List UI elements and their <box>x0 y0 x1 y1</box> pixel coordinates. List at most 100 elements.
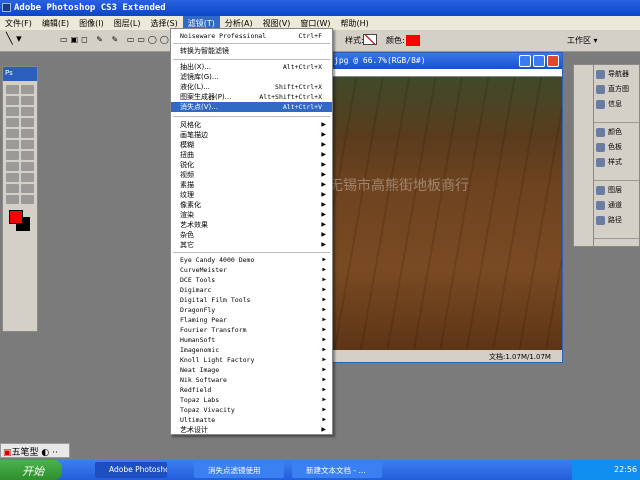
filter-menu-item[interactable]: 扭曲 ▶ <box>171 150 332 160</box>
panel-tab[interactable]: 样式 <box>594 153 639 168</box>
tool-icon[interactable] <box>21 195 34 204</box>
filter-menu-item[interactable]: Topaz Vivacity ▶ <box>171 405 332 415</box>
filter-menu-item[interactable]: Digimarc ▶ <box>171 285 332 295</box>
panel-tab[interactable]: 信息 <box>594 95 639 110</box>
filter-menu-item[interactable]: 模糊 ▶ <box>171 140 332 150</box>
filter-menu-item[interactable]: 像素化 ▶ <box>171 200 332 210</box>
menu-item-label: 艺术设计 <box>180 426 208 434</box>
filter-menu-item[interactable]: 渲染 ▶ <box>171 210 332 220</box>
clock: 22:56 <box>614 465 638 474</box>
task-folder[interactable]: 消失点滤镜使用 <box>194 462 284 478</box>
tool-icon[interactable] <box>21 162 34 171</box>
filter-menu-item[interactable]: DragonFly ▶ <box>171 305 332 315</box>
filter-menu-item[interactable]: Topaz Labs ▶ <box>171 395 332 405</box>
panel-tab[interactable]: 颜色 <box>594 123 639 138</box>
filter-menu-item[interactable]: Nik Software ▶ <box>171 375 332 385</box>
tool-icon[interactable] <box>21 107 34 116</box>
tool-icon[interactable] <box>6 85 19 94</box>
filter-menu-item[interactable]: Neat Image ▶ <box>171 365 332 375</box>
filter-menu-item[interactable]: 其它 ▶ <box>171 240 332 250</box>
submenu-arrow-icon: ▶ <box>321 161 326 168</box>
menu-item-label: Knoll Light Factory <box>180 356 255 364</box>
filter-menu-item[interactable]: 艺术效果 ▶ <box>171 220 332 230</box>
filter-menu-item[interactable]: 杂色 ▶ <box>171 230 332 240</box>
menu-item-label: 扭曲 <box>180 151 194 159</box>
panel-tab[interactable]: 直方图 <box>594 80 639 95</box>
tool-icon[interactable] <box>6 129 19 138</box>
filter-menu-item[interactable]: CurveMeister ▶ <box>171 265 332 275</box>
task-notepad[interactable]: 新建文本文档 - ... <box>292 462 382 478</box>
workspace-button[interactable]: 工作区 ▾ <box>567 35 598 46</box>
filter-menu-item[interactable]: 纹理 ▶ <box>171 190 332 200</box>
minimize-button[interactable] <box>519 55 531 67</box>
filter-menu-item[interactable]: 图案生成器(P)... Alt+Shift+Ctrl+X <box>171 92 332 102</box>
menu-0[interactable]: 文件(F) <box>0 16 37 30</box>
filter-menu-item[interactable]: 素描 ▶ <box>171 180 332 190</box>
filter-menu-item[interactable]: Noiseware Professional Ctrl+F <box>171 31 332 41</box>
tool-icon[interactable] <box>21 85 34 94</box>
panel-tab[interactable]: 色板 <box>594 138 639 153</box>
filter-menu-item[interactable]: Digital Film Tools ▶ <box>171 295 332 305</box>
menu-3[interactable]: 图层(L) <box>109 16 146 30</box>
tool-icon[interactable] <box>6 96 19 105</box>
filter-menu-item[interactable]: DCE Tools ▶ <box>171 275 332 285</box>
filter-menu-item[interactable]: Knoll Light Factory ▶ <box>171 355 332 365</box>
color-swatch[interactable] <box>406 35 420 46</box>
menu-1[interactable]: 编辑(E) <box>37 16 74 30</box>
filter-menu-item[interactable]: 视频 ▶ <box>171 170 332 180</box>
tool-icon[interactable] <box>21 140 34 149</box>
filter-menu-item[interactable]: 画笔描边 ▶ <box>171 130 332 140</box>
filter-menu-item[interactable]: 风格化 ▶ <box>171 120 332 130</box>
filter-menu-item[interactable]: HumanSoft ▶ <box>171 335 332 345</box>
filter-menu-item[interactable]: 转换为智能滤镜 <box>171 46 332 56</box>
shape-tool-icons[interactable]: ▭▣◻ ✎ ✎ ▭▭◯◯ <box>60 35 172 44</box>
filter-menu-item[interactable]: 液化(L)... Shift+Ctrl+X <box>171 82 332 92</box>
filter-menu-item[interactable]: 抽出(X)... Alt+Ctrl+X <box>171 62 332 72</box>
tool-icon[interactable] <box>21 129 34 138</box>
ime-bar[interactable]: ▣五笔型 ◐ ·· <box>0 443 70 458</box>
panel-tab[interactable]: 图层 <box>594 181 639 196</box>
tool-icon[interactable] <box>21 151 34 160</box>
filter-menu-item[interactable]: Fourier Transform ▶ <box>171 325 332 335</box>
start-button[interactable]: 开始 <box>0 460 62 480</box>
menu-item-label: DragonFly <box>180 306 216 314</box>
menu-9[interactable]: 帮助(H) <box>336 16 374 30</box>
tool-icon[interactable] <box>21 96 34 105</box>
panel-label: 图层 <box>608 186 622 194</box>
filter-menu-item[interactable]: 锐化 ▶ <box>171 160 332 170</box>
style-picker[interactable] <box>363 34 377 45</box>
panel-dock-icons[interactable] <box>573 64 595 247</box>
task-photoshop[interactable]: Adobe Photoshop ... <box>95 462 167 478</box>
image-canvas[interactable]: 无锡市高熊街地板商行 <box>329 77 562 351</box>
tool-icon[interactable] <box>21 184 34 193</box>
filter-menu-item[interactable]: Ultimatte ▶ <box>171 415 332 425</box>
tool-icon[interactable] <box>6 173 19 182</box>
panel-tab[interactable]: 导航器 <box>594 65 639 80</box>
toolbox-header: Ps <box>3 67 37 81</box>
tool-icon[interactable] <box>6 140 19 149</box>
tool-icon[interactable] <box>21 118 34 127</box>
tool-icon[interactable] <box>21 173 34 182</box>
maximize-button[interactable] <box>533 55 545 67</box>
document-size: 文档:1.07M/1.07M <box>489 353 551 361</box>
close-button[interactable] <box>547 55 559 67</box>
filter-menu-item[interactable]: Redfield ▶ <box>171 385 332 395</box>
tool-icon[interactable] <box>6 195 19 204</box>
tool-icon[interactable] <box>6 118 19 127</box>
tool-icon[interactable] <box>6 162 19 171</box>
filter-menu-item[interactable]: 滤镜库(G)... <box>171 72 332 82</box>
filter-menu-item[interactable]: Imagenomic ▶ <box>171 345 332 355</box>
menu-2[interactable]: 图像(I) <box>74 16 109 30</box>
filter-menu-item[interactable]: 消失点(V)... Alt+Ctrl+V <box>171 102 332 112</box>
filter-menu-item[interactable]: Flaming Pear ▶ <box>171 315 332 325</box>
panel-tab[interactable]: 通道 <box>594 196 639 211</box>
line-tool-icon[interactable]: ╲ ▾ <box>6 32 22 45</box>
tool-icon[interactable] <box>6 184 19 193</box>
filter-menu-item[interactable]: Eye Candy 4000 Demo ▶ <box>171 255 332 265</box>
tool-icon[interactable] <box>6 107 19 116</box>
tool-icon[interactable] <box>6 151 19 160</box>
filter-menu-item[interactable]: 艺术设计 ▶ <box>171 425 332 435</box>
submenu-arrow-icon: ▶ <box>321 426 326 433</box>
foreground-color[interactable] <box>9 210 23 224</box>
panel-tab[interactable]: 路径 <box>594 211 639 226</box>
